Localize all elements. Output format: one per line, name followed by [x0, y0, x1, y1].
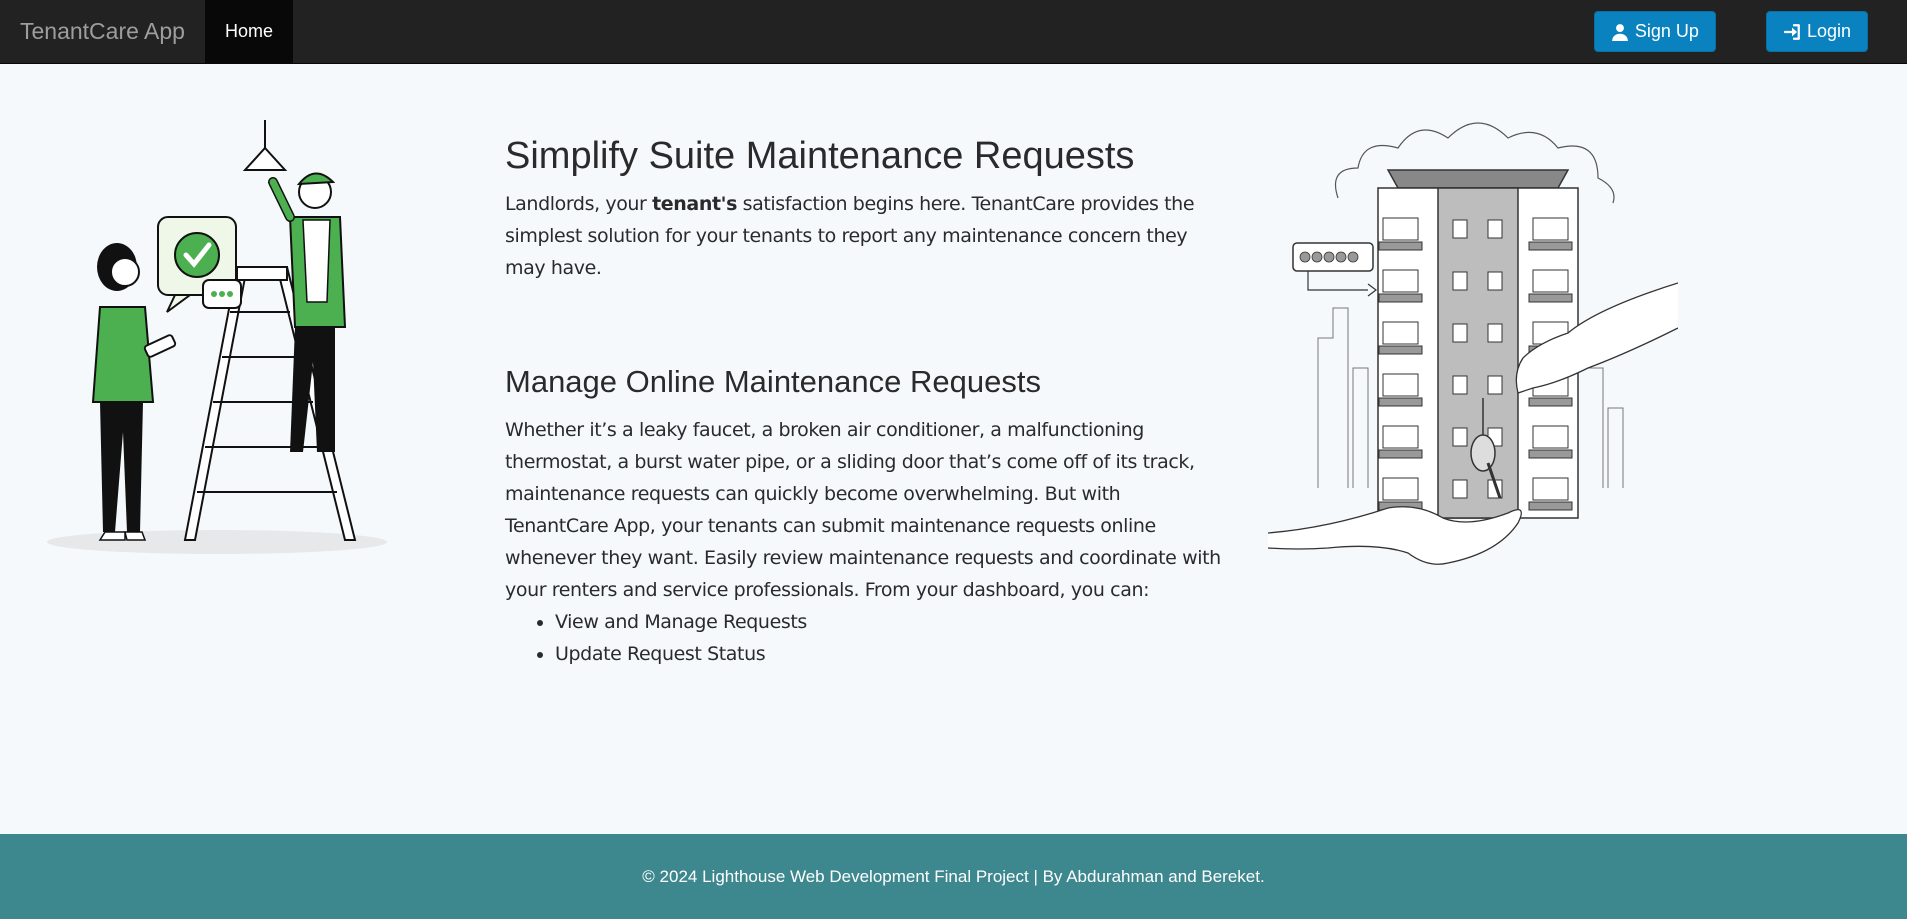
user-icon [1612, 23, 1628, 41]
navbar: TenantCare App Home Sign Up Login [0, 0, 1907, 64]
maintenance-illustration [47, 120, 387, 554]
section2-heading: Manage Online Maintenance Requests [505, 364, 1041, 399]
signup-label: Sign Up [1634, 21, 1699, 41]
signup-button[interactable]: Sign Up [1593, 11, 1716, 52]
login-icon [1784, 23, 1800, 40]
section1-text-bold: tenant's [652, 193, 737, 215]
section2-paragraph: Whether it’s a leaky faucet, a broken ai… [505, 419, 1221, 601]
section1-heading: Simplify Suite Maintenance Requests [505, 135, 1135, 177]
footer-text: © 2024 Lighthouse Web Development Final … [642, 866, 1265, 886]
login-button[interactable]: Login [1765, 11, 1868, 52]
list-item: Update Request Status [555, 638, 1225, 670]
section1-text-pre: Landlords, your [505, 193, 653, 215]
login-label: Login [1806, 21, 1851, 41]
features-list: View and Manage Requests Update Request … [555, 606, 1225, 670]
nav-actions: Sign Up Login [1593, 0, 1907, 63]
footer: © 2024 Lighthouse Web Development Final … [0, 834, 1907, 919]
main-content: Simplify Suite Maintenance Requests Land… [505, 135, 1225, 670]
section1-paragraph: Landlords, your tenant's satisfaction be… [505, 188, 1225, 284]
brand-link[interactable]: TenantCare App [0, 0, 205, 63]
building-keys-illustration [1268, 122, 1678, 565]
nav-home-link[interactable]: Home [204, 0, 293, 63]
list-item: View and Manage Requests [555, 606, 1225, 638]
